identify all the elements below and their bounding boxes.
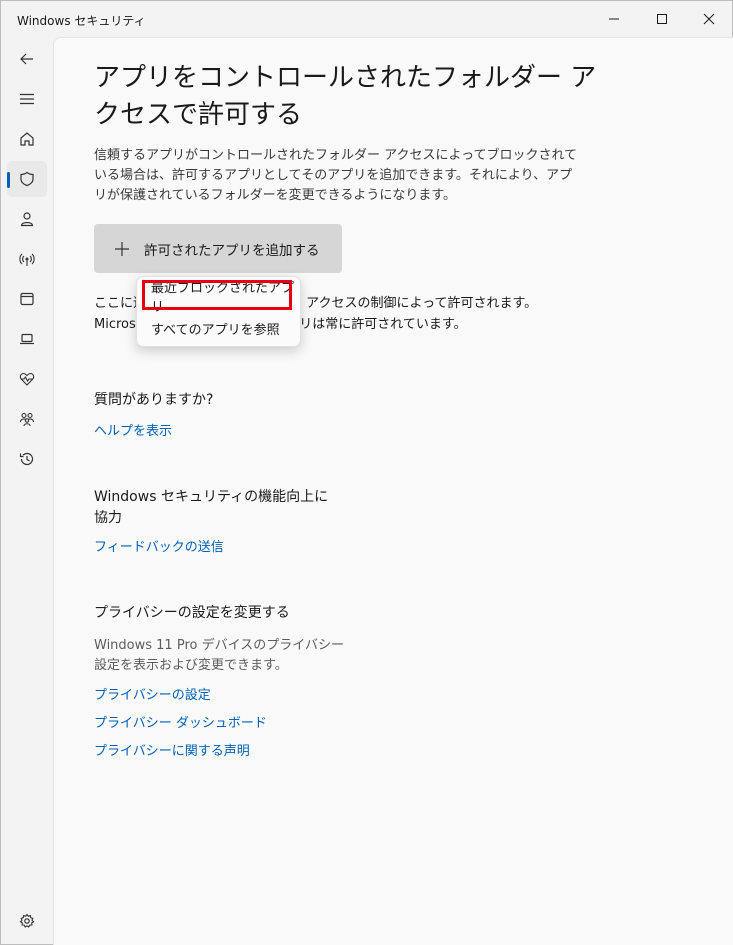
nav-home[interactable] (7, 121, 47, 157)
menu-button[interactable] (7, 81, 47, 117)
nav-app-browser[interactable] (7, 281, 47, 317)
app-window: Windows セキュリティ アプリをコントロールされたフォルダー アクセスで許… (0, 0, 733, 945)
selection-indicator (7, 172, 10, 188)
nav-firewall[interactable] (7, 241, 47, 277)
feedback-heading: Windows セキュリティの機能向上に協力 (94, 489, 329, 526)
add-allowed-app-label: 許可されたアプリを追加する (144, 242, 320, 259)
page-title: アプリをコントロールされたフォルダー アクセスで許可する (94, 63, 597, 130)
nav-account-protection[interactable] (7, 201, 47, 237)
menu-item-browse-all-apps[interactable]: すべてのアプリを参照 (141, 314, 296, 342)
help-link[interactable]: ヘルプを表示 (94, 420, 172, 439)
add-allowed-app-button[interactable]: 許可されたアプリを追加する (94, 224, 342, 273)
privacy-statement-link[interactable]: プライバシーに関する声明 (94, 740, 250, 759)
account-icon (20, 212, 34, 227)
history-icon (19, 452, 34, 466)
app-browser-icon (20, 292, 34, 306)
help-heading: 質問がありますか? (94, 392, 214, 408)
minimize-icon (609, 18, 619, 20)
page-description: 信頼するアプリがコントロールされたフォルダー アクセスによってブロックされている… (94, 148, 578, 203)
close-icon (703, 13, 715, 25)
navigation-rail (1, 37, 53, 944)
title-bar: Windows セキュリティ (1, 1, 732, 37)
device-icon (20, 333, 34, 345)
nav-device-health[interactable] (7, 361, 47, 397)
minimize-button[interactable] (591, 1, 637, 37)
feedback-link[interactable]: フィードバックの送信 (94, 536, 224, 555)
shield-icon (20, 171, 34, 187)
nav-family-options[interactable] (7, 401, 47, 437)
close-button[interactable] (686, 1, 732, 37)
privacy-heading: プライバシーの設定を変更する (94, 605, 290, 621)
nav-protection-history[interactable] (7, 441, 47, 477)
home-icon (20, 132, 34, 146)
nav-virus-protection[interactable] (7, 161, 47, 197)
network-icon (19, 253, 35, 266)
family-icon (19, 412, 35, 427)
health-icon (19, 372, 35, 386)
nav-device-security[interactable] (7, 321, 47, 357)
settings-icon (19, 913, 35, 928)
maximize-button[interactable] (639, 1, 685, 37)
menu-icon (20, 93, 34, 105)
privacy-settings-link[interactable]: プライバシーの設定 (94, 684, 211, 703)
highlight-box (142, 280, 292, 310)
privacy-dashboard-link[interactable]: プライバシー ダッシュボード (94, 712, 267, 731)
plus-icon (115, 241, 129, 256)
maximize-icon (657, 14, 667, 24)
back-icon (20, 53, 33, 65)
main-content: アプリをコントロールされたフォルダー アクセスで許可する 信頼するアプリがコント… (53, 37, 733, 945)
nav-settings[interactable] (7, 903, 47, 939)
window-title: Windows セキュリティ (17, 14, 146, 28)
privacy-text: Windows 11 Pro デバイスのプライバシー設定を表示および変更できます… (94, 638, 344, 673)
back-button[interactable] (7, 41, 47, 77)
